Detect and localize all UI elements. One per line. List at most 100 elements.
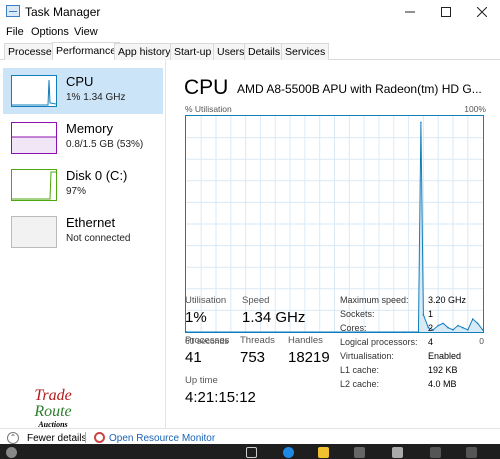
memory-sub: 0.8/1.5 GB (53%) <box>66 139 144 150</box>
spec-l2-value: 4.0 MB <box>428 379 457 389</box>
page-title: CPU <box>184 76 229 99</box>
ethernet-thumbnail <box>11 216 57 248</box>
chevron-up-icon[interactable]: ⌃ <box>7 432 19 444</box>
processes-label: Processes <box>185 335 230 346</box>
processes-value: 41 <box>185 349 202 366</box>
spec-max-speed-value: 3.20 GHz <box>428 295 467 305</box>
spec-sockets-value: 1 <box>428 309 434 319</box>
spec-virtualisation-label: Virtualisation: <box>340 351 394 361</box>
tab-app-history[interactable]: App history <box>114 43 175 60</box>
cpu-label: CPU <box>66 74 94 89</box>
app-taskbar-icon-1[interactable] <box>430 447 441 458</box>
memory-label: Memory <box>66 121 113 136</box>
threads-value: 753 <box>240 349 266 366</box>
sidebar-item-disk[interactable]: Disk 0 (C:) 97% <box>3 162 163 208</box>
disk-label: Disk 0 (C:) <box>66 168 128 183</box>
minimize-icon <box>405 11 415 13</box>
search-icon[interactable] <box>6 447 17 458</box>
fewer-details-link[interactable]: Fewer details <box>27 433 86 444</box>
resource-monitor-icon <box>94 432 105 443</box>
task-manager-taskbar-icon[interactable] <box>392 447 403 458</box>
maximize-button[interactable] <box>428 0 464 24</box>
utilisation-label: Utilisation <box>185 295 227 306</box>
edge-browser-icon[interactable] <box>283 447 294 458</box>
trade-route-auctions-watermark: Trade Route Auctions <box>28 388 78 429</box>
tab-services[interactable]: Services <box>281 43 330 60</box>
spec-virtualisation-value: Enabled <box>428 351 462 361</box>
uptime-value: 4:21:15:12 <box>185 389 256 406</box>
footer-bar: ⌃ Fewer details Open Resource Monitor <box>0 428 500 444</box>
cpu-data-point <box>457 324 459 327</box>
spec-logical-value: 4 <box>428 337 434 347</box>
cpu-sub: 1% 1.34 GHz <box>66 92 126 103</box>
handles-value: 18219 <box>288 349 330 366</box>
cpu-data-point <box>476 322 479 325</box>
file-explorer-icon[interactable] <box>318 447 329 458</box>
cpu-data-point <box>442 322 444 325</box>
cpu-data-point <box>447 326 449 329</box>
graph-x-end: 0 <box>479 336 484 346</box>
cpu-data-point <box>471 318 474 320</box>
footer-divider <box>85 432 86 443</box>
ethernet-label: Ethernet <box>66 215 116 230</box>
menu-view[interactable]: View <box>74 26 98 38</box>
graph-y-max: 100% <box>464 104 486 114</box>
spec-cores-label: Cores: <box>340 323 367 333</box>
spec-cores-value: 2 <box>428 323 434 333</box>
cpu-data-point <box>422 313 425 316</box>
resource-sidebar: CPU 1% 1.34 GHz Memory 0.8/1.5 GB (53%) … <box>0 60 166 428</box>
memory-mini-graph <box>12 136 56 153</box>
app-taskbar-icon-2[interactable] <box>466 447 477 458</box>
cpu-data-point <box>402 331 405 332</box>
disk-mini-graph <box>12 171 56 200</box>
speed-value: 1.34 GHz <box>242 309 306 326</box>
cpu-data-point <box>467 329 469 331</box>
close-icon <box>477 7 487 17</box>
watermark-line-2: Route <box>34 403 72 420</box>
window-title: Task Manager <box>25 5 101 19</box>
sidebar-item-ethernet[interactable]: Ethernet Not connected <box>3 209 163 255</box>
cpu-detail-panel: CPU AMD A8-5500B APU with Radeon(tm) HD … <box>174 60 500 428</box>
menu-file[interactable]: File <box>6 26 24 38</box>
cpu-data-point <box>481 329 483 331</box>
tab-bar: Processes Performance App history Start-… <box>0 42 500 60</box>
cpu-data-point <box>462 326 464 329</box>
spec-max-speed-label: Maximum speed: <box>340 295 409 305</box>
utilisation-value: 1% <box>185 309 207 326</box>
menu-options[interactable]: Options <box>31 26 69 38</box>
cpu-data-point <box>420 121 422 124</box>
close-button[interactable] <box>464 0 500 24</box>
disk-sub: 97% <box>66 186 87 197</box>
task-view-icon[interactable] <box>246 447 257 458</box>
spec-l1-value: 192 KB <box>428 365 458 375</box>
open-resource-monitor-link[interactable]: Open Resource Monitor <box>109 433 215 444</box>
cpu-model: AMD A8-5500B APU with Radeon(tm) HD G... <box>237 82 482 96</box>
handles-label: Handles <box>288 335 323 346</box>
uptime-label: Up time <box>185 375 218 386</box>
minimize-button[interactable] <box>392 0 428 24</box>
disk-thumbnail <box>11 169 57 201</box>
sidebar-item-cpu[interactable]: CPU 1% 1.34 GHz <box>3 68 163 114</box>
spec-l2-label: L2 cache: <box>340 379 380 389</box>
graph-y-label: % Utilisation <box>185 104 232 114</box>
spec-logical-label: Logical processors: <box>340 337 418 347</box>
menu-bar: File Options View <box>0 24 500 42</box>
store-icon[interactable] <box>354 447 365 458</box>
sidebar-item-memory[interactable]: Memory 0.8/1.5 GB (53%) <box>3 115 163 161</box>
windows-taskbar <box>0 444 500 459</box>
ethernet-sub: Not connected <box>66 233 131 244</box>
tab-start-up[interactable]: Start-up <box>170 43 216 60</box>
cpu-thumbnail <box>11 75 57 107</box>
tab-performance[interactable]: Performance <box>52 42 121 60</box>
tab-details[interactable]: Details <box>244 43 285 60</box>
spec-sockets-label: Sockets: <box>340 309 375 319</box>
spec-l1-label: L1 cache: <box>340 365 380 375</box>
speed-label: Speed <box>242 295 270 306</box>
title-bar: Task Manager <box>0 0 500 24</box>
cpu-data-point <box>417 331 420 332</box>
memory-thumbnail <box>11 122 57 154</box>
task-manager-icon <box>6 5 20 17</box>
cpu-data-point <box>186 331 188 332</box>
maximize-icon <box>441 7 451 17</box>
watermark-line-1: Trade <box>34 387 72 404</box>
